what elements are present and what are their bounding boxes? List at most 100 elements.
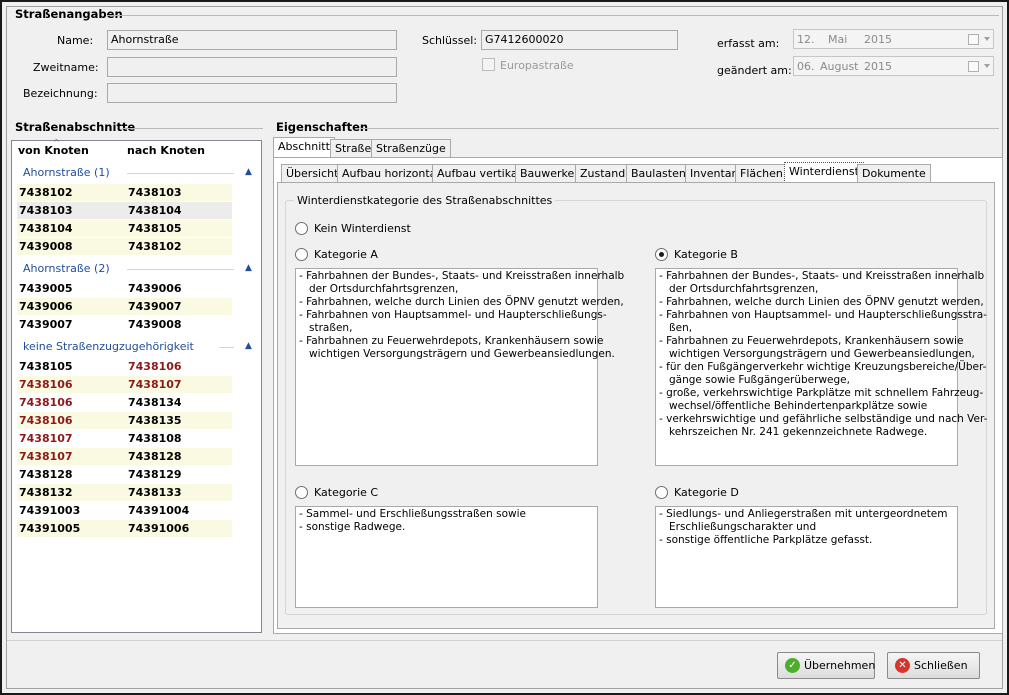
- segments-list[interactable]: von Knoten ^ nach Knoten Ahornstraße (1)…: [11, 138, 262, 633]
- changed-day: 06.: [797, 60, 815, 73]
- to-node: 7438105: [128, 222, 182, 235]
- radio-category-c-label: Kategorie C: [314, 486, 379, 499]
- dialog-body: Straßenangaben Name: Ahornstraße Zweitna…: [6, 6, 1003, 689]
- list-item[interactable]: 7438107 7438108: [17, 430, 232, 447]
- group-header[interactable]: keine Straßenzugzugehörigkeit: [23, 340, 194, 353]
- name-field[interactable]: Ahornstraße: [107, 30, 397, 50]
- description-line: gänge sowie Fußgängerüberwege,: [659, 374, 850, 386]
- from-node: 7438128: [19, 468, 73, 481]
- description-line: - Fahrbahnen zu Feuerwehrdepots, Kranken…: [299, 335, 604, 347]
- list-item[interactable]: 7438128 7438129: [17, 466, 232, 483]
- second-name-field[interactable]: [107, 57, 397, 77]
- group-header-line: [127, 173, 234, 174]
- description-line: wichtigen Versorgungsträgern und Gewerbe…: [659, 348, 975, 360]
- tab-abschnitt[interactable]: Abschnitt: [273, 137, 335, 158]
- to-node: 7438102: [128, 240, 182, 253]
- calendar-icon: [968, 34, 979, 45]
- description-line: wechsel/öffentliche Behindertenparkplätz…: [659, 400, 928, 412]
- list-item[interactable]: 7438103 7438104: [17, 202, 232, 219]
- list-item[interactable]: 7439007 7439008: [17, 316, 232, 333]
- list-item[interactable]: 7439006 7439007: [17, 298, 232, 315]
- description-line: der Ortsdurchfahrtsgrenzen,: [299, 283, 459, 295]
- description-line: Erschließungscharakter und: [659, 521, 817, 533]
- tab-strasse[interactable]: Straße: [330, 139, 377, 158]
- to-node: 7439008: [128, 318, 182, 331]
- list-item[interactable]: 7438106 7438135: [17, 412, 232, 429]
- collapse-chevron-icon[interactable]: ▲: [245, 167, 252, 177]
- tab-baulasten[interactable]: Baulasten: [626, 164, 691, 183]
- accept-button-label: Übernehmen: [804, 659, 876, 672]
- tab-zustand[interactable]: Zustand: [575, 164, 631, 183]
- created-label: erfasst am:: [717, 37, 780, 50]
- changed-date-picker[interactable]: 06. August 2015: [793, 56, 994, 76]
- description-line: - sonstige öffentliche Parkplätze gefass…: [659, 534, 873, 546]
- to-node: 7438129: [128, 468, 182, 481]
- from-node: 7438107: [19, 450, 73, 463]
- description-line: der Ortsdurchfahrtsgrenzen,: [659, 283, 819, 295]
- list-item[interactable]: 7439005 7439006: [17, 280, 232, 297]
- checkmark-icon: ✓: [785, 658, 800, 673]
- radio-none[interactable]: [295, 222, 308, 235]
- description-line: - Fahrbahnen der Bundes-, Staats- und Kr…: [659, 270, 985, 282]
- tab-strassenzuege[interactable]: Straßenzüge: [371, 139, 451, 158]
- collapse-chevron-icon[interactable]: ▲: [245, 341, 252, 351]
- to-node: 7438135: [128, 414, 182, 427]
- accept-button[interactable]: ✓ Übernehmen: [777, 652, 875, 679]
- list-item[interactable]: 7438132 7438133: [17, 484, 232, 501]
- from-node: 7438104: [19, 222, 73, 235]
- category-d-description: - Siedlungs- und Anliegerstraßen mit unt…: [655, 506, 958, 608]
- list-item[interactable]: 7438102 7438103: [17, 184, 232, 201]
- to-node: 74391004: [128, 504, 190, 517]
- tab-inventar[interactable]: Inventar: [685, 164, 742, 183]
- from-node: 74391003: [19, 504, 81, 517]
- description-line: - für den Fußgängerverkehr wichtige Kreu…: [659, 361, 987, 373]
- from-node: 7438106: [19, 414, 73, 427]
- tab-aufbau-vertikal[interactable]: Aufbau vertikal: [432, 164, 526, 183]
- list-item[interactable]: 7438106 7438107: [17, 376, 232, 393]
- description-line: kehrszeichen Nr. 241 gekennzeichnete Rad…: [659, 426, 928, 438]
- list-item[interactable]: 7438107 7438128: [17, 448, 232, 465]
- group-header-line: [127, 269, 234, 270]
- to-node: 7439007: [128, 300, 182, 313]
- radio-category-d[interactable]: [655, 486, 668, 499]
- tab-winterdienst[interactable]: Winterdienst: [784, 162, 864, 183]
- radio-category-b[interactable]: [655, 248, 668, 261]
- collapse-chevron-icon[interactable]: ▲: [245, 263, 252, 273]
- from-node: 7438106: [19, 396, 73, 409]
- list-item[interactable]: 7438105 7438106: [17, 358, 232, 375]
- tab-aufbau-horizontal[interactable]: Aufbau horizontal: [337, 164, 445, 183]
- tab-flaechen[interactable]: Flächen: [735, 164, 788, 183]
- radio-category-c[interactable]: [295, 486, 308, 499]
- list-item[interactable]: 74391003 74391004: [17, 502, 232, 519]
- group-header[interactable]: Ahornstraße (2): [23, 262, 110, 275]
- from-node: 7438102: [19, 186, 73, 199]
- to-node: 7439006: [128, 282, 182, 295]
- close-button[interactable]: ✕ Schließen: [887, 652, 980, 679]
- list-item[interactable]: 7439008 7438102: [17, 238, 232, 255]
- group-header[interactable]: Ahornstraße (1): [23, 166, 110, 179]
- key-field[interactable]: G7412600020: [481, 30, 678, 50]
- category-a-description: - Fahrbahnen der Bundes-, Staats- und Kr…: [295, 268, 624, 466]
- list-item[interactable]: 7438104 7438105: [17, 220, 232, 237]
- list-item[interactable]: 7438106 7438134: [17, 394, 232, 411]
- to-node: 74391006: [128, 522, 190, 535]
- tab-dokumente[interactable]: Dokumente: [857, 164, 931, 183]
- street-info-title: Straßenangaben: [15, 7, 123, 21]
- properties-title: Eigenschaften: [276, 120, 369, 134]
- street-info-divider: [107, 15, 999, 16]
- description-field[interactable]: [107, 83, 397, 103]
- to-node: 7438103: [128, 186, 182, 199]
- list-item[interactable]: 74391005 74391006: [17, 520, 232, 537]
- sort-indicator-icon: ^: [53, 138, 60, 147]
- segments-title: Straßenabschnitte: [15, 120, 136, 134]
- description-line: - sonstige Radwege.: [299, 521, 406, 533]
- europe-checkbox[interactable]: [482, 58, 495, 71]
- from-node: 7438106: [19, 378, 73, 391]
- tab-uebersicht[interactable]: Übersicht: [281, 164, 344, 183]
- radio-category-a[interactable]: [295, 248, 308, 261]
- description-line: - Siedlungs- und Anliegerstraßen mit unt…: [659, 508, 948, 520]
- column-header-to[interactable]: nach Knoten: [127, 144, 205, 157]
- key-label: Schlüssel:: [422, 34, 478, 47]
- created-date-picker[interactable]: 12. Mai 2015: [793, 29, 994, 49]
- tab-bauwerke[interactable]: Bauwerke: [515, 164, 580, 183]
